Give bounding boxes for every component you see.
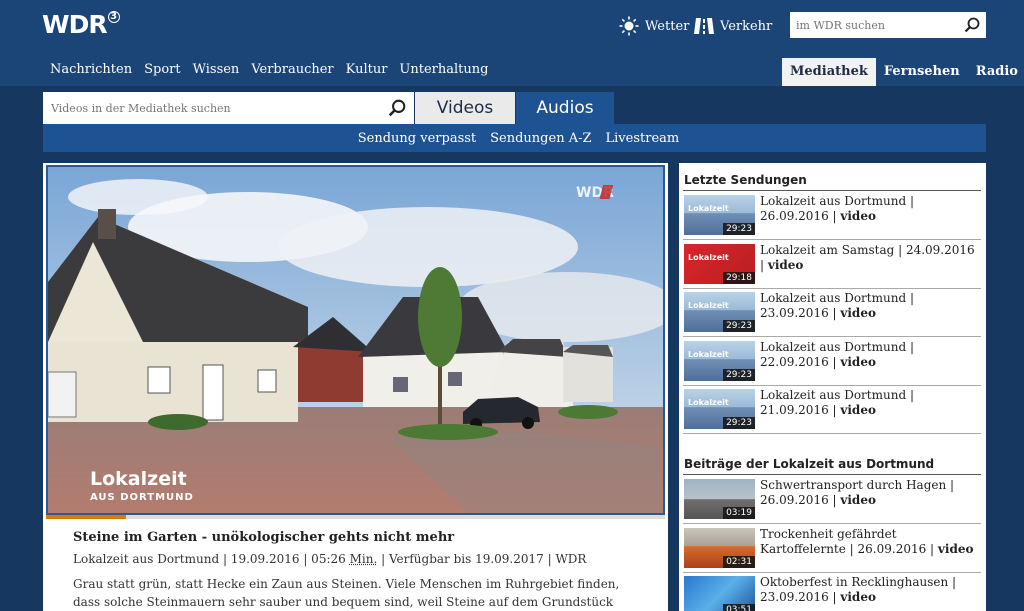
mediathek-search-input[interactable] (51, 102, 371, 115)
video-panel: WDR Lokalzeit AUS DORTMUND Steine im Gar… (43, 163, 668, 611)
nav-item-kultur[interactable]: Kultur (340, 62, 394, 77)
video-player[interactable]: WDR Lokalzeit AUS DORTMUND (46, 165, 665, 515)
search-icon[interactable] (388, 99, 406, 117)
item-type: video (840, 403, 876, 417)
list-item[interactable]: 03:51 Oktoberfest in Recklinghausen | 23.… (683, 572, 981, 611)
portal-nav: Mediathek Fernsehen Radio (782, 58, 1024, 86)
item-title[interactable]: Lokalzeit aus Dortmund | 23.09.2016 | vi… (760, 291, 980, 321)
ard-mark-icon: 3 (108, 11, 120, 23)
video-thumbnail[interactable]: Lokalzeit 29:23 (684, 341, 755, 381)
duration-badge: 02:31 (723, 556, 755, 568)
sidebar: Letzte Sendungen Lokalzeit 29:23 Lokalzeit… (679, 163, 986, 611)
subnav-livestream[interactable]: Livestream (606, 131, 680, 146)
tab-audios[interactable]: Audios (516, 92, 614, 124)
thumbnail-label: Lokalzeit (688, 350, 729, 359)
item-title[interactable]: Trockenheit gefährdet Kartoffelernte | 2… (760, 527, 980, 557)
thumbnail-label: Lokalzeit (688, 301, 729, 310)
video-frame: WDR Lokalzeit AUS DORTMUND (48, 167, 663, 513)
weather-label: Wetter (645, 19, 689, 34)
duration-badge: 03:51 (723, 604, 755, 611)
list-item[interactable]: 03:19 Schwertransport durch Hagen | 26.09… (683, 475, 981, 524)
video-progress-fill (46, 515, 126, 519)
mediathek-subnav: Sendung verpasst Sendungen A-Z Livestrea… (43, 124, 986, 152)
overlay-title: Lokalzeit (90, 468, 187, 490)
traffic-label: Verkehr (720, 19, 772, 34)
contrib-heading: Beiträge der Lokalzeit aus Dortmund (684, 457, 934, 471)
video-description: Grau statt grün, statt Hecke ein Zaun au… (73, 575, 643, 611)
video-thumbnail[interactable]: 02:31 (684, 528, 755, 568)
site-search (790, 12, 986, 38)
main-nav: Nachrichten Sport Wissen Verbraucher Kul… (44, 62, 494, 77)
item-title-text: Lokalzeit aus Dortmund | 23.09.2016 | (760, 291, 914, 320)
video-meta-suffix: | Verfügbar bis 19.09.2017 | WDR (377, 552, 586, 566)
item-type: video (840, 493, 876, 507)
subnav-sendung-verpasst[interactable]: Sendung verpasst (358, 131, 476, 146)
duration-badge: 03:19 (723, 507, 755, 519)
video-meta: Lokalzeit aus Dortmund | 19.09.2016 | 05… (73, 552, 586, 566)
item-title[interactable]: Lokalzeit aus Dortmund | 21.09.2016 | vi… (760, 388, 980, 418)
item-type: video (938, 542, 974, 556)
duration-badge: 29:18 (723, 272, 755, 284)
nav-item-radio[interactable]: Radio (968, 58, 1024, 86)
item-title[interactable]: Lokalzeit am Samstag | 24.09.2016 | vide… (760, 243, 980, 273)
video-meta-min: Min. (350, 552, 378, 566)
nav-item-unterhaltung[interactable]: Unterhaltung (393, 62, 494, 77)
list-item[interactable]: 02:31 Trockenheit gefährdet Kartoffelernt… (683, 524, 981, 573)
thumbnail-label: Lokalzeit (688, 398, 729, 407)
item-type: video (840, 355, 876, 369)
thumbnail-label: Lokalzeit (688, 253, 729, 262)
item-type: video (840, 590, 876, 604)
item-title[interactable]: Oktoberfest in Recklinghausen | 23.09.20… (760, 575, 980, 605)
subnav-sendungen-a-z[interactable]: Sendungen A-Z (490, 131, 591, 146)
video-progress-bar[interactable] (46, 515, 665, 519)
video-thumbnail[interactable]: 03:51 (684, 576, 755, 611)
item-title-text: Lokalzeit aus Dortmund | 26.09.2016 | (760, 194, 914, 223)
item-title[interactable]: Schwertransport durch Hagen | 26.09.2016… (760, 478, 980, 508)
item-type: video (840, 306, 876, 320)
overlay-subtitle: AUS DORTMUND (90, 492, 194, 503)
video-thumbnail[interactable]: 03:19 (684, 479, 755, 519)
item-title[interactable]: Lokalzeit aus Dortmund | 26.09.2016 | vi… (760, 194, 980, 224)
nav-item-fernsehen[interactable]: Fernsehen (876, 58, 968, 86)
nav-item-sport[interactable]: Sport (138, 62, 187, 77)
header: WDR3 Wetter Verkehr Nachrichten Sport Wi… (0, 0, 1024, 86)
duration-badge: 29:23 (723, 320, 755, 332)
road-icon (694, 16, 714, 36)
nav-item-verbraucher[interactable]: Verbraucher (245, 62, 339, 77)
video-thumbnail[interactable]: Lokalzeit 29:23 (684, 195, 755, 235)
recent-heading: Letzte Sendungen (684, 173, 807, 187)
video-title: Steine im Garten - unökologischer gehts … (73, 530, 454, 545)
item-title[interactable]: Lokalzeit aus Dortmund | 22.09.2016 | vi… (760, 340, 980, 370)
duration-badge: 29:23 (723, 223, 755, 235)
item-type: video (768, 258, 804, 272)
list-item[interactable]: Lokalzeit 29:23 Lokalzeit aus Dortmund | 2… (683, 385, 981, 434)
item-type: video (840, 209, 876, 223)
list-item[interactable]: Lokalzeit 29:18 Lokalzeit am Samstag | 24.… (683, 240, 981, 289)
nav-item-nachrichten[interactable]: Nachrichten (44, 62, 138, 77)
sun-icon (619, 16, 639, 36)
weather-link[interactable]: Wetter (619, 16, 689, 36)
site-search-input[interactable] (796, 19, 946, 32)
item-title-text: Lokalzeit aus Dortmund | 21.09.2016 | (760, 388, 914, 417)
item-title-text: Lokalzeit aus Dortmund | 22.09.2016 | (760, 340, 914, 369)
list-item[interactable]: Lokalzeit 29:23 Lokalzeit aus Dortmund | 2… (683, 191, 981, 240)
traffic-link[interactable]: Verkehr (694, 16, 772, 36)
nav-item-mediathek[interactable]: Mediathek (782, 58, 876, 86)
video-thumbnail[interactable]: Lokalzeit 29:18 (684, 244, 755, 284)
tab-videos[interactable]: Videos (415, 92, 515, 124)
video-meta-prefix: Lokalzeit aus Dortmund | 19.09.2016 | 05… (73, 552, 350, 566)
item-title-text: Trockenheit gefährdet Kartoffelernte | 2… (760, 527, 938, 556)
wdr-logo[interactable]: WDR 3 (42, 10, 120, 39)
video-thumbnail[interactable]: Lokalzeit 29:23 (684, 292, 755, 332)
duration-badge: 29:23 (723, 369, 755, 381)
video-thumbnail[interactable]: Lokalzeit 29:23 (684, 389, 755, 429)
mediathek-search (43, 92, 414, 124)
thumbnail-label: Lokalzeit (688, 204, 729, 213)
nav-item-wissen[interactable]: Wissen (187, 62, 246, 77)
list-item[interactable]: Lokalzeit 29:23 Lokalzeit aus Dortmund | 2… (683, 337, 981, 386)
list-item[interactable]: Lokalzeit 29:23 Lokalzeit aus Dortmund | 2… (683, 288, 981, 337)
duration-badge: 29:23 (723, 417, 755, 429)
search-icon[interactable] (964, 17, 980, 33)
